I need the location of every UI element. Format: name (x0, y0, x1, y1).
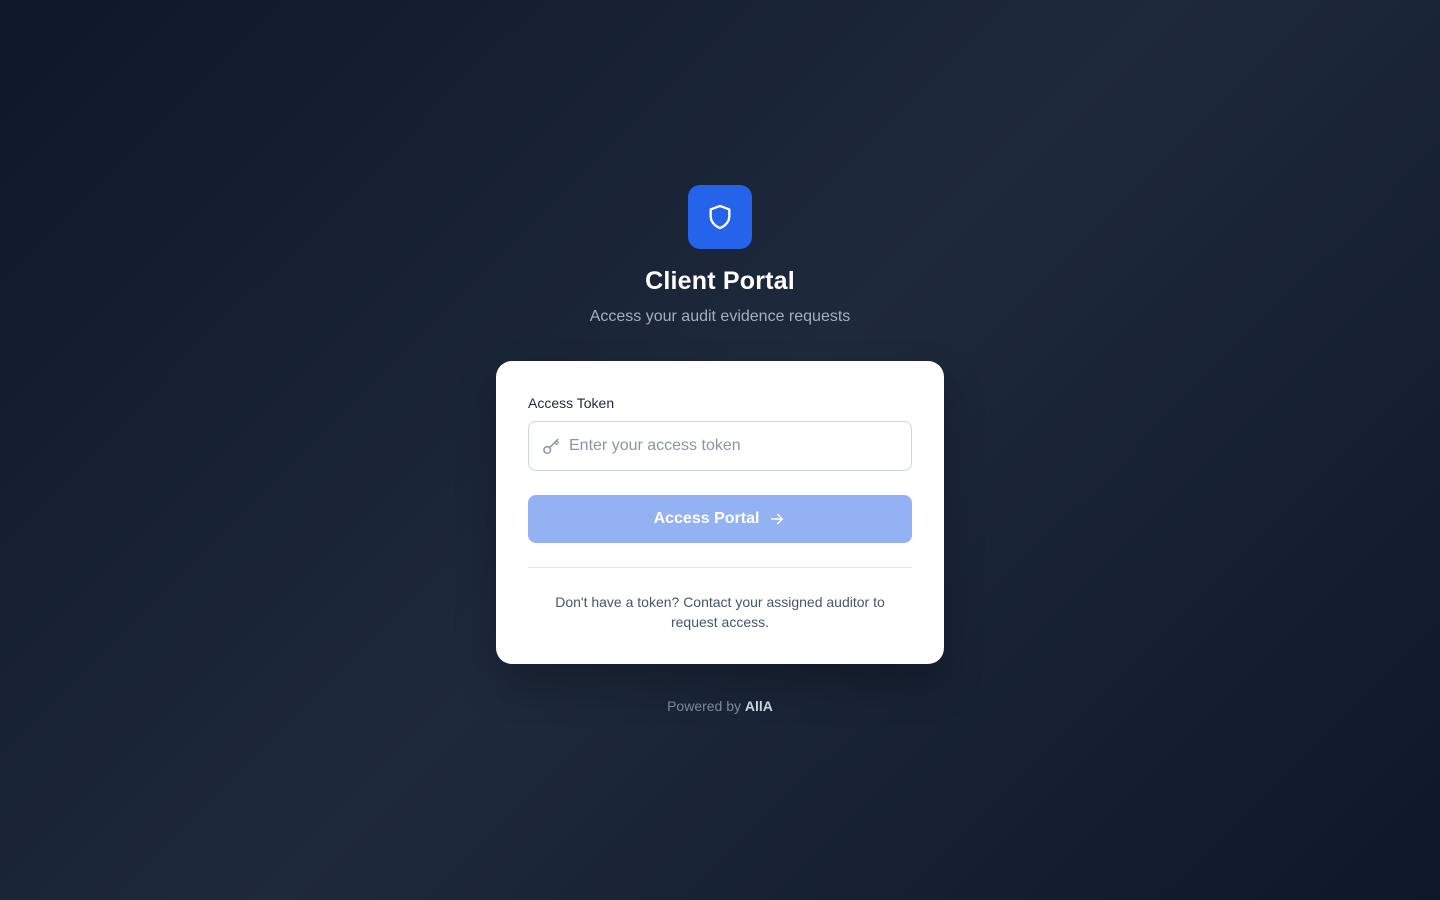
app-logo (688, 185, 752, 249)
access-token-label: Access Token (528, 395, 615, 411)
footer: Powered by AllA (0, 696, 1440, 716)
page-title: Client Portal (645, 267, 795, 295)
help-text: Don't have a token? Contact your assigne… (555, 594, 885, 630)
login-page: Client Portal Access your audit evidence… (0, 0, 1440, 900)
key-icon (543, 438, 560, 454)
access-portal-button-label: Access Portal (653, 510, 760, 527)
arrow-right-icon (771, 513, 784, 525)
divider (528, 567, 912, 568)
powered-by-text: Powered by (667, 698, 742, 714)
page-subtitle: Access your audit evidence requests (589, 308, 851, 325)
access-token-input[interactable] (569, 422, 899, 470)
access-portal-button[interactable]: Access Portal (528, 495, 912, 543)
brand-name: AllA (744, 698, 773, 714)
login-card: Access Token Access Portal Don't have a … (496, 361, 944, 664)
shield-icon (709, 204, 731, 230)
access-token-field[interactable] (528, 421, 912, 471)
